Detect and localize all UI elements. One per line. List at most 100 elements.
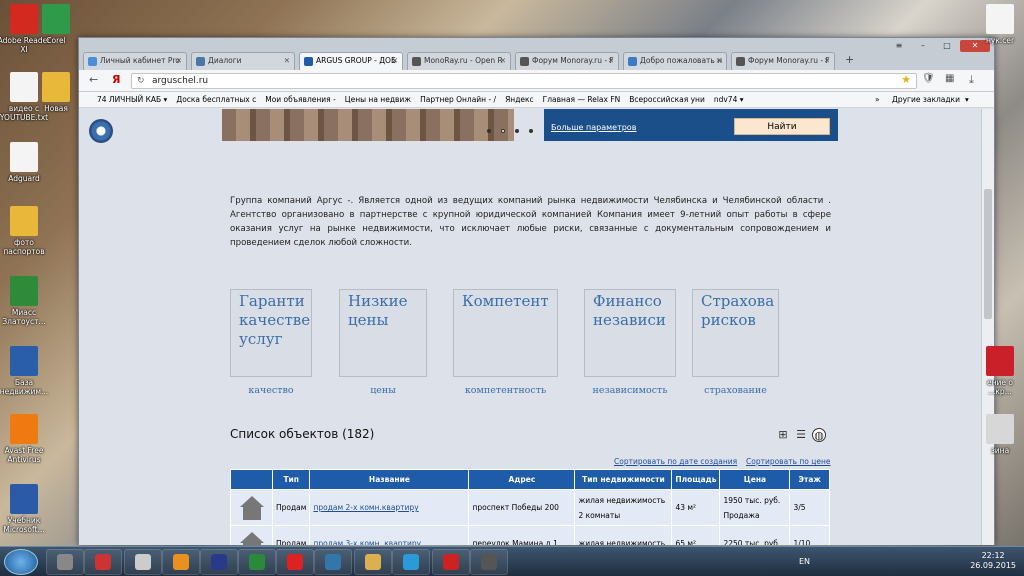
desktop-icon[interactable]: Учебник Microsoft...	[0, 484, 52, 534]
feature-caption[interactable]: независимость	[584, 385, 676, 396]
taskbar-app-icon[interactable]	[432, 549, 470, 575]
house-icon[interactable]	[238, 531, 265, 545]
taskbar-app-icon[interactable]	[314, 549, 352, 575]
table-row[interactable]: Продам продам 3-х комн. квартиру переуло…	[230, 525, 830, 545]
tab-close-icon[interactable]: ✕	[824, 53, 830, 69]
sort-by-date-link[interactable]: Сортировать по дате создания	[614, 457, 737, 466]
yandex-icon[interactable]: Я	[112, 73, 120, 86]
taskbar-app-icon[interactable]	[470, 549, 508, 575]
other-bookmarks[interactable]: Другие закладки	[892, 92, 960, 107]
bookmark-item[interactable]: Всероссийская уни	[629, 95, 705, 104]
page-scrollbar[interactable]	[981, 109, 994, 545]
address-input[interactable]: ↻ arguschel.ru ★	[131, 73, 917, 89]
feature-card[interactable]: Компетент компетентность	[453, 289, 558, 396]
taskbar-app-icon[interactable]	[200, 549, 238, 575]
feature-caption[interactable]: страхование	[692, 385, 779, 396]
row-name-link[interactable]: продам 2-х комн.квартиру	[313, 503, 418, 512]
slider-dot[interactable]	[501, 129, 505, 133]
sort-by-price-link[interactable]: Сортировать по цене	[746, 457, 830, 466]
start-button[interactable]	[4, 549, 38, 575]
header-address[interactable]: Адрес	[468, 469, 576, 490]
table-row[interactable]: Продам продам 2-х комн.квартиру проспект…	[230, 489, 830, 526]
feature-card[interactable]: Страхова рисков страхование	[692, 289, 779, 396]
bookmark-star-icon[interactable]: ★	[901, 73, 911, 87]
map-view-icon[interactable]: ◍	[812, 428, 826, 442]
row-name-link[interactable]: продам 3-х комн. квартиру	[313, 539, 421, 545]
download-icon[interactable]: ⤓	[969, 73, 974, 87]
clock-date[interactable]: 26.09.2015	[970, 561, 1016, 571]
house-icon[interactable]	[238, 495, 265, 520]
desktop-icon[interactable]: зина	[976, 414, 1024, 455]
desktop-icon[interactable]: Corel	[36, 4, 76, 45]
bookmark-item[interactable]: Мои объявления -	[265, 95, 336, 104]
header-price[interactable]: Цена	[719, 469, 791, 490]
slider-dot[interactable]	[487, 129, 491, 133]
desktop-icon[interactable]: Миасс Златоуст...	[0, 276, 52, 326]
taskbar-app-icon[interactable]	[276, 549, 314, 575]
grid-view-icon[interactable]: ⊞	[776, 428, 790, 442]
browser-tab[interactable]: Диалоги ✕	[191, 52, 295, 70]
bookmark-item[interactable]: Главная — Relax FN	[543, 95, 621, 104]
back-icon[interactable]: ←	[89, 73, 98, 86]
find-button[interactable]: Найти	[734, 118, 830, 135]
desktop-icon[interactable]: База недвижим...	[0, 346, 52, 396]
desktop-icon[interactable]: Новая	[36, 72, 76, 113]
list-view-icon[interactable]: ☰	[794, 428, 808, 442]
tab-close-icon[interactable]: ✕	[392, 53, 398, 69]
taskbar-app-icon[interactable]	[46, 549, 84, 575]
feature-card[interactable]: Гаранти качестве услуг качество	[230, 289, 312, 396]
other-bookmarks-arrow-icon[interactable]: ▾	[965, 92, 969, 107]
desktop-icon[interactable]: фото паспортов	[0, 206, 52, 256]
slider-dot[interactable]	[515, 129, 519, 133]
bookmarks-more-button[interactable]: »	[875, 92, 880, 107]
feature-card[interactable]: Финансо независи независимость	[584, 289, 676, 396]
browser-tab[interactable]: Форум Monoray.ru - F ✕	[731, 52, 835, 70]
minimize-button[interactable]: –	[912, 40, 934, 52]
tab-close-icon[interactable]: ✕	[176, 53, 182, 69]
desktop-icon[interactable]: Avast Free Antivirus	[0, 414, 52, 464]
bookmark-item[interactable]: 74 ЛИЧНЫЙ КАБ ▾	[97, 95, 167, 104]
slider-dot[interactable]	[529, 129, 533, 133]
header-area[interactable]: Площадь	[671, 469, 721, 490]
desktop-icon[interactable]: нук.cer	[976, 4, 1024, 45]
tab-close-icon[interactable]: ✕	[608, 53, 614, 69]
book-icon[interactable]: ▦	[945, 73, 954, 84]
browser-tab[interactable]: Добро пожаловать н ✕	[623, 52, 727, 70]
tab-close-icon[interactable]: ✕	[284, 53, 290, 69]
bookmark-item[interactable]: Доска бесплатных с	[176, 95, 256, 104]
bookmark-item[interactable]: Яндекс	[505, 95, 534, 104]
header-name[interactable]: Название	[309, 469, 470, 490]
header-realty-type[interactable]: Тип недвижимости	[574, 469, 673, 490]
browser-tab[interactable]: ARGUS GROUP - ДОБ ✕	[299, 52, 403, 70]
language-indicator[interactable]: EN	[799, 557, 810, 567]
taskbar-app-icon[interactable]	[162, 549, 200, 575]
taskbar-app-icon[interactable]	[124, 549, 162, 575]
header-type[interactable]: Тип	[271, 469, 311, 490]
settings-gear-icon[interactable]	[89, 119, 113, 143]
clock-time[interactable]: 22:12	[970, 551, 1016, 561]
feature-caption[interactable]: цены	[339, 385, 427, 396]
menu-button[interactable]: ≡	[888, 40, 910, 52]
bookmark-item[interactable]: ndv74 ▾	[714, 95, 744, 104]
taskbar-app-icon[interactable]	[392, 549, 430, 575]
browser-tab[interactable]: Форум Monoray.ru - F ✕	[515, 52, 619, 70]
header-floor[interactable]: Этаж	[789, 469, 830, 490]
bookmark-item[interactable]: Партнер Онлайн - /	[420, 95, 496, 104]
feature-caption[interactable]: качество	[230, 385, 312, 396]
feature-caption[interactable]: компетентность	[453, 385, 558, 396]
taskbar-app-icon[interactable]	[354, 549, 392, 575]
new-tab-button[interactable]: +	[845, 53, 854, 66]
protect-icon[interactable]: 🛡	[922, 73, 935, 84]
desktop-icon[interactable]: Adguard	[0, 142, 52, 183]
more-params-link[interactable]: Больше параметров	[551, 123, 636, 132]
scrollbar-thumb[interactable]	[984, 189, 992, 319]
desktop-icon[interactable]: ение о ...кр...	[976, 346, 1024, 396]
browser-tab[interactable]: Личный кабинет Pro ✕	[83, 52, 187, 70]
browser-tab[interactable]: MonoRay.ru - Open R ✕	[407, 52, 511, 70]
reload-icon[interactable]: ↻	[137, 74, 145, 88]
bookmark-item[interactable]: Цены на недвиж	[345, 95, 411, 104]
feature-card[interactable]: Низкие цены цены	[339, 289, 427, 396]
tab-close-icon[interactable]: ✕	[716, 53, 722, 69]
tab-close-icon[interactable]: ✕	[500, 53, 506, 69]
taskbar-app-icon[interactable]	[238, 549, 276, 575]
